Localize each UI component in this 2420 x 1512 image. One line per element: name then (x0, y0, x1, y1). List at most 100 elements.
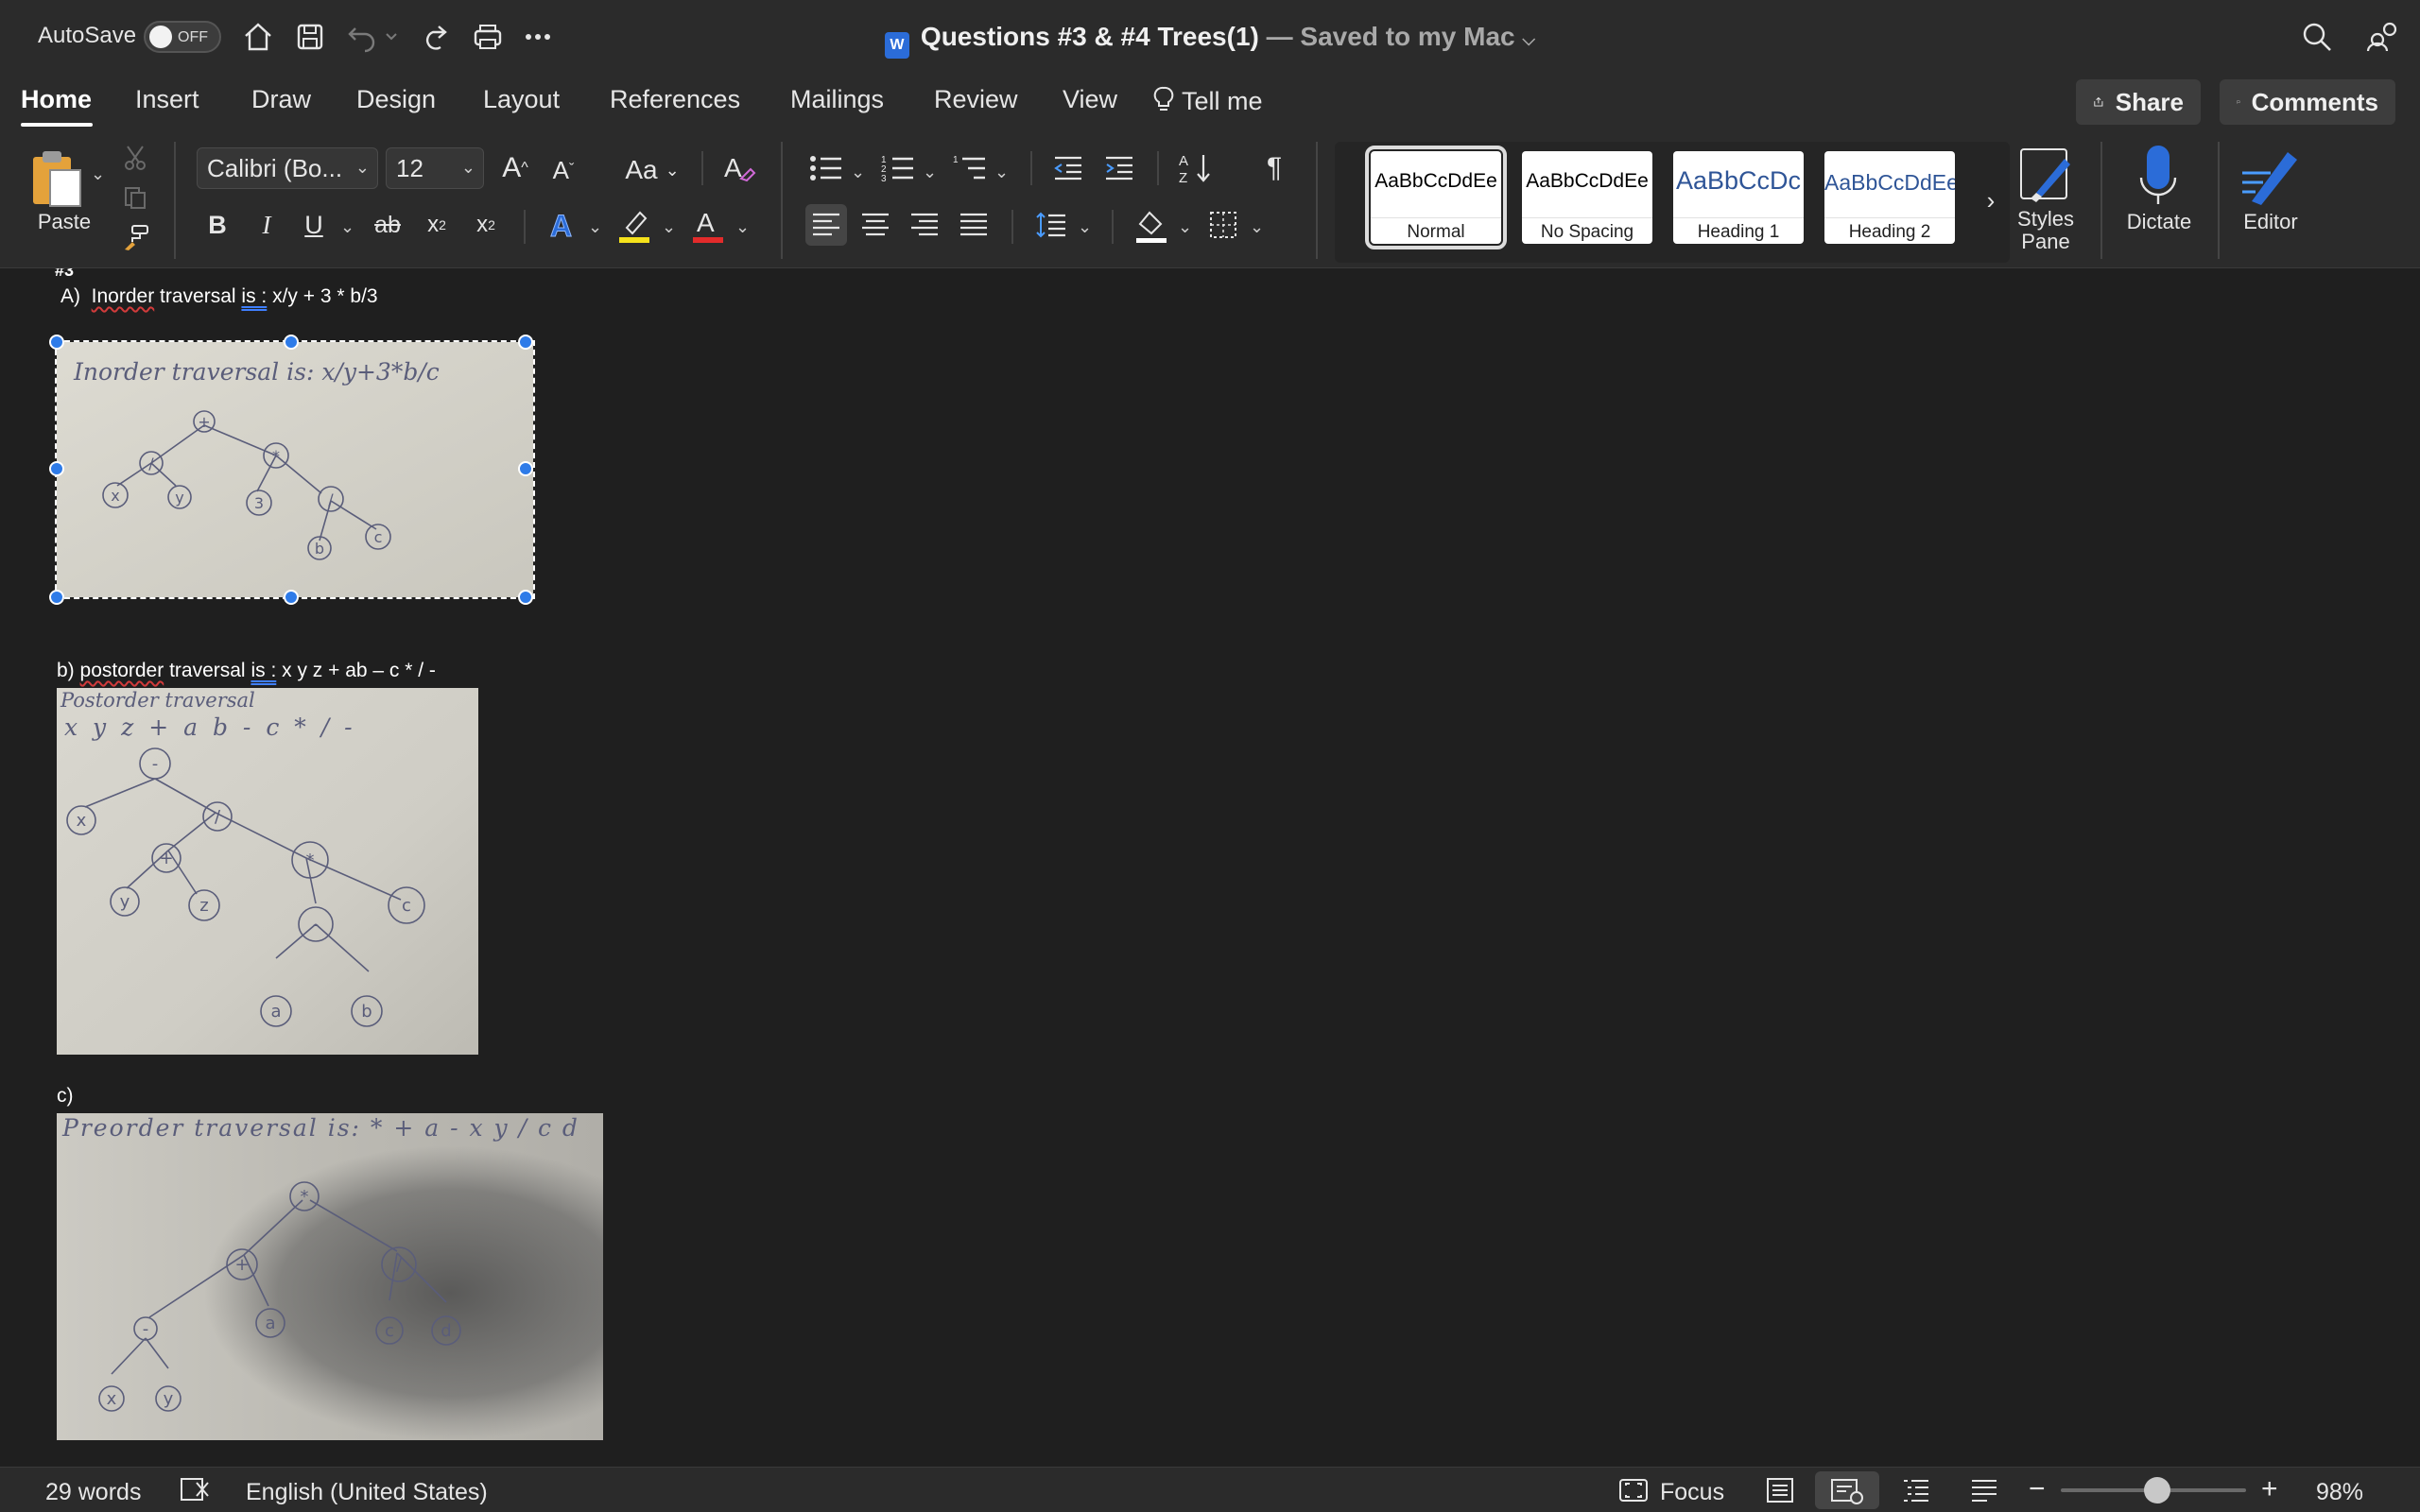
style-no-spacing[interactable]: AaBbCcDdEe No Spacing (1522, 151, 1652, 244)
style-normal[interactable]: AaBbCcDdEe Normal (1365, 146, 1507, 249)
font-color-icon[interactable]: A (688, 204, 728, 248)
comments-button[interactable]: Comments (2220, 79, 2395, 125)
proofing-icon[interactable] (180, 1475, 212, 1510)
account-icon[interactable] (2361, 17, 2401, 57)
style-heading-1[interactable]: AaBbCcDc Heading 1 (1673, 151, 1804, 244)
borders-icon[interactable] (1202, 204, 1244, 246)
change-case-button[interactable]: Aa ⌄ (616, 151, 688, 189)
tab-insert[interactable]: Insert (135, 85, 199, 114)
web-layout-button[interactable] (1815, 1471, 1879, 1509)
part-a-text[interactable]: A) Inorder traversal is : x/y + 3 * b/3 (60, 285, 378, 308)
tab-references[interactable]: References (610, 85, 740, 114)
resize-handle[interactable] (518, 461, 533, 476)
font-color-dropdown-icon[interactable]: ⌄ (735, 217, 750, 237)
resize-handle[interactable] (49, 590, 64, 605)
decrease-indent-icon[interactable] (1049, 149, 1087, 187)
multilevel-dropdown-icon[interactable]: ⌄ (994, 163, 1009, 182)
highlight-dropdown-icon[interactable]: ⌄ (662, 217, 676, 237)
resize-handle[interactable] (49, 461, 64, 476)
styles-pane-icon[interactable] (2017, 146, 2076, 204)
zoom-slider-thumb[interactable] (2144, 1477, 2170, 1503)
text-effects-icon[interactable]: A (543, 204, 582, 246)
photo-b-postorder-tree[interactable]: Postorder traversal x y z + a b - c * / … (57, 688, 478, 1055)
line-spacing-dropdown-icon[interactable]: ⌄ (1078, 217, 1092, 237)
part-c-label[interactable]: c) (57, 1085, 74, 1108)
borders-dropdown-icon[interactable]: ⌄ (1250, 217, 1264, 237)
styles-pane-label[interactable]: Styles Pane (2002, 208, 2089, 253)
superscript-icon[interactable]: x2 (469, 206, 503, 244)
document-title[interactable]: W Questions #3 & #4 Trees(1) — Saved to m… (0, 22, 2420, 59)
search-icon[interactable] (2297, 17, 2337, 57)
text-effects-dropdown-icon[interactable]: ⌄ (588, 217, 602, 237)
resize-handle[interactable] (49, 335, 64, 350)
italic-icon[interactable]: I (250, 206, 284, 244)
clear-formatting-icon[interactable]: A (718, 149, 760, 189)
shading-dropdown-icon[interactable]: ⌄ (1178, 217, 1192, 237)
part-b-text[interactable]: b) postorder traversal is : x y z + ab –… (57, 660, 436, 682)
underline-icon[interactable]: U (297, 206, 331, 244)
format-painter-icon[interactable] (117, 219, 153, 255)
align-center-icon[interactable] (855, 204, 896, 246)
font-name-dropdown[interactable]: Calibri (Bo... ⌄ (197, 147, 378, 189)
print-layout-icon[interactable] (1766, 1477, 1794, 1510)
bullets-icon[interactable] (805, 149, 847, 187)
dictate-label[interactable]: Dictate (2114, 210, 2204, 234)
tab-layout[interactable]: Layout (483, 85, 560, 114)
editor-icon[interactable] (2237, 144, 2303, 208)
resize-handle[interactable] (518, 590, 533, 605)
numbering-dropdown-icon[interactable]: ⌄ (923, 163, 937, 182)
share-button[interactable]: Share (2076, 79, 2201, 125)
paste-dropdown-icon[interactable]: ⌄ (91, 164, 105, 184)
strikethrough-icon[interactable]: ab (369, 206, 406, 244)
align-right-icon[interactable] (904, 204, 945, 246)
bullets-dropdown-icon[interactable]: ⌄ (851, 163, 865, 182)
resize-handle[interactable] (284, 590, 299, 605)
cut-icon[interactable] (117, 140, 153, 176)
multilevel-list-icon[interactable]: 1 (949, 149, 991, 187)
resize-handle[interactable] (518, 335, 533, 350)
numbering-icon[interactable]: 123 (877, 149, 919, 187)
grow-font-icon[interactable]: A ^ (495, 149, 535, 187)
tab-review[interactable]: Review (934, 85, 1018, 114)
tab-view[interactable]: View (1063, 85, 1117, 114)
tab-mailings[interactable]: Mailings (790, 85, 884, 114)
tab-draw[interactable]: Draw (251, 85, 311, 114)
font-size-dropdown[interactable]: 12 ⌄ (386, 147, 484, 189)
resize-handle[interactable] (284, 335, 299, 350)
ribbon-home: ⌄ Paste Calibri (Bo... ⌄ 12 ⌄ A ^ Aˇ Aa ⌄ … (0, 130, 2420, 268)
outline-view-icon[interactable] (1902, 1477, 1930, 1510)
justify-icon[interactable] (953, 204, 994, 246)
tab-design[interactable]: Design (356, 85, 436, 114)
photo-c-preorder-tree[interactable]: Preorder traversal is: * + a - x y / c d… (57, 1113, 603, 1440)
subscript-icon[interactable]: x2 (420, 206, 454, 244)
focus-icon[interactable] (1618, 1477, 1649, 1510)
editor-label[interactable]: Editor (2227, 210, 2314, 234)
line-spacing-icon[interactable] (1030, 204, 1072, 246)
focus-label[interactable]: Focus (1660, 1479, 1724, 1506)
tab-home[interactable]: Home (21, 85, 92, 114)
show-formatting-icon[interactable]: ¶ (1255, 147, 1293, 189)
copy-icon[interactable] (117, 180, 153, 215)
bold-icon[interactable]: B (200, 206, 234, 244)
zoom-percentage[interactable]: 98% (2316, 1479, 2363, 1506)
shrink-font-icon[interactable]: Aˇ (544, 151, 582, 189)
language[interactable]: English (United States) (246, 1479, 488, 1506)
paste-button[interactable] (25, 146, 91, 212)
style-heading-2[interactable]: AaBbCcDdEe Heading 2 (1824, 151, 1955, 244)
document-canvas[interactable]: #3 A) Inorder traversal is : x/y + 3 * b… (0, 268, 2420, 1467)
microphone-icon[interactable] (2127, 142, 2189, 208)
zoom-out-button[interactable]: − (2029, 1473, 2046, 1505)
word-count[interactable]: 29 words (45, 1479, 141, 1506)
align-left-icon[interactable] (805, 204, 847, 246)
shading-icon[interactable] (1131, 204, 1172, 248)
highlight-icon[interactable] (614, 204, 654, 248)
zoom-slider-track[interactable] (2061, 1477, 2246, 1503)
underline-dropdown-icon[interactable]: ⌄ (340, 217, 354, 237)
zoom-in-button[interactable]: + (2261, 1473, 2278, 1505)
sort-icon[interactable]: AZ (1176, 147, 1216, 189)
styles-more-chevron-icon[interactable]: › (1978, 178, 2004, 223)
increase-indent-icon[interactable] (1100, 149, 1138, 187)
photo-a-inorder-tree[interactable]: Inorder traversal is: x/y+3*b/c + / * x … (55, 340, 535, 599)
tell-me[interactable]: Tell me (1153, 85, 1263, 116)
draft-view-icon[interactable] (1970, 1477, 1998, 1510)
